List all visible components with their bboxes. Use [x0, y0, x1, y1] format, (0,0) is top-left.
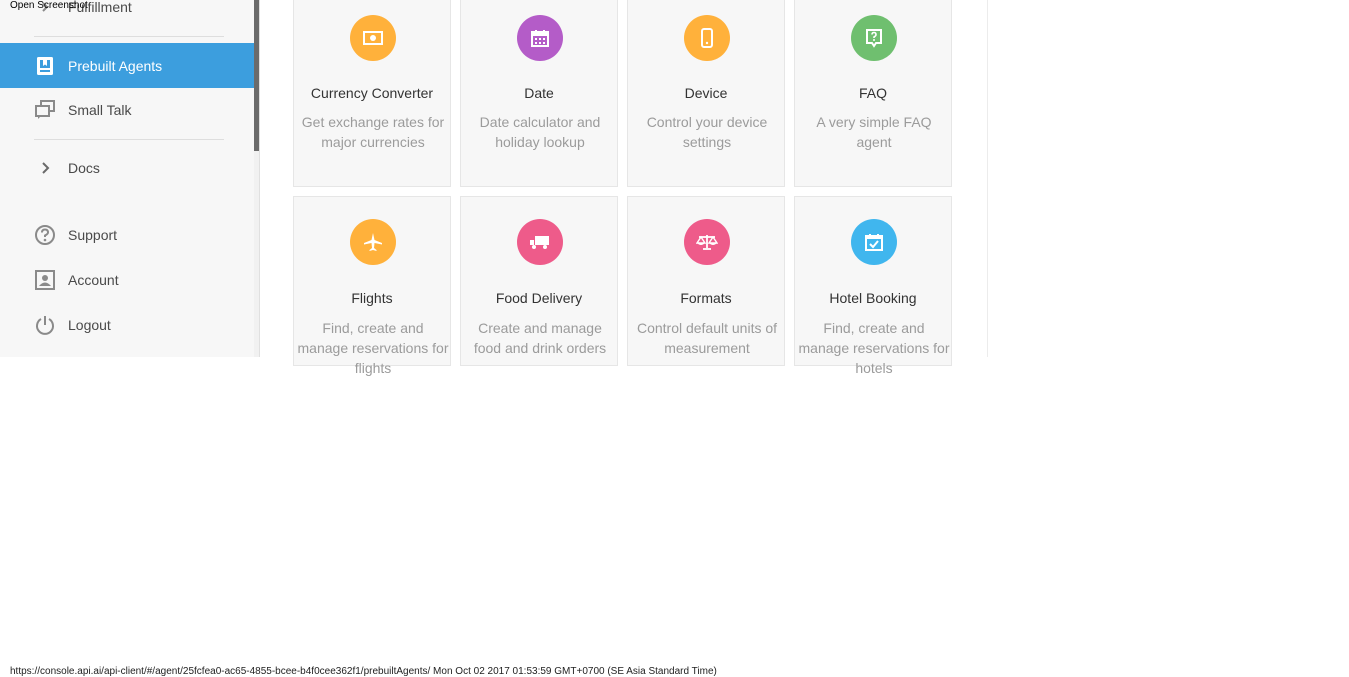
sidebar-item-small-talk[interactable]: Small Talk [0, 87, 254, 132]
agent-card-formats[interactable]: Formats Control default units of measure… [627, 196, 785, 366]
money-icon [350, 15, 396, 61]
sidebar-item-prebuilt-agents[interactable]: Prebuilt Agents [0, 43, 254, 88]
sidebar-border [259, 0, 260, 357]
sidebar-item-label: Account [68, 271, 119, 288]
sidebar-item-label: Docs [68, 159, 100, 176]
sidebar-item-label: Support [68, 226, 118, 243]
agent-description: Create and manage food and drink orders [473, 320, 607, 356]
book-icon [34, 55, 56, 77]
sidebar-item-account[interactable]: Account [0, 257, 254, 302]
calendar-check-icon [851, 219, 897, 265]
status-bar-url: https://console.api.ai/api-client/#/agen… [10, 666, 717, 677]
sidebar-item-label: Small Talk [68, 101, 132, 118]
question-circle-icon [34, 224, 56, 246]
agent-description: A very simple FAQ agent [816, 114, 932, 150]
faq-icon [851, 15, 897, 61]
sidebar-item-logout[interactable]: Logout [0, 302, 254, 347]
agent-description: Control your device settings [646, 114, 768, 150]
agent-card-date[interactable]: Date Date calculator and holiday lookup [460, 0, 618, 187]
chat-bubbles-icon [34, 99, 56, 121]
agent-card-food-delivery[interactable]: Food Delivery Create and manage food and… [460, 196, 618, 366]
sidebar: Fulfillment Prebuilt Agents Small Talk D… [0, 0, 254, 357]
agent-card-flights[interactable]: Flights Find, create and manage reservat… [293, 196, 451, 376]
agent-title: Currency Converter [310, 85, 434, 101]
agent-description: Find, create and manage reservations for… [798, 320, 950, 376]
sidebar-item-support[interactable]: Support [0, 212, 254, 257]
calendar-icon [517, 15, 563, 61]
sidebar-divider [34, 139, 224, 140]
sidebar-item-label: Logout [68, 316, 111, 333]
phone-icon [684, 15, 730, 61]
agent-description: Date calculator and holiday lookup [479, 114, 601, 150]
agent-description: Control default units of measurement [636, 320, 778, 356]
power-icon [34, 314, 56, 336]
open-screenshot-label[interactable]: Open Screenshot [10, 0, 88, 11]
agent-title: Food Delivery [495, 290, 583, 306]
content-right-border [987, 0, 988, 357]
sidebar-divider [34, 36, 224, 37]
agent-title: Formats [680, 290, 732, 306]
agent-title: Hotel Booking [829, 290, 917, 306]
truck-icon [517, 219, 563, 265]
sidebar-item-label: Prebuilt Agents [68, 57, 163, 74]
agent-card-currency-converter[interactable]: Currency Converter Get exchange rates fo… [293, 0, 451, 187]
agent-card-device[interactable]: Device Control your device settings [627, 0, 785, 187]
agent-title: Flights [351, 290, 393, 306]
agent-description: Find, create and manage reservations for… [297, 320, 449, 376]
agent-title: FAQ [858, 85, 887, 101]
airplane-icon [350, 219, 396, 265]
scale-icon [684, 219, 730, 265]
agent-description: Get exchange rates for major currencies [301, 114, 445, 150]
account-icon [34, 269, 56, 291]
agent-title: Date [524, 85, 554, 101]
chevron-right-icon [34, 157, 56, 179]
sidebar-item-docs[interactable]: Docs [0, 145, 254, 190]
agent-card-hotel-booking[interactable]: Hotel Booking Find, create and manage re… [794, 196, 952, 376]
agent-card-faq[interactable]: FAQ A very simple FAQ agent [794, 0, 952, 187]
agent-title: Device [684, 85, 728, 101]
